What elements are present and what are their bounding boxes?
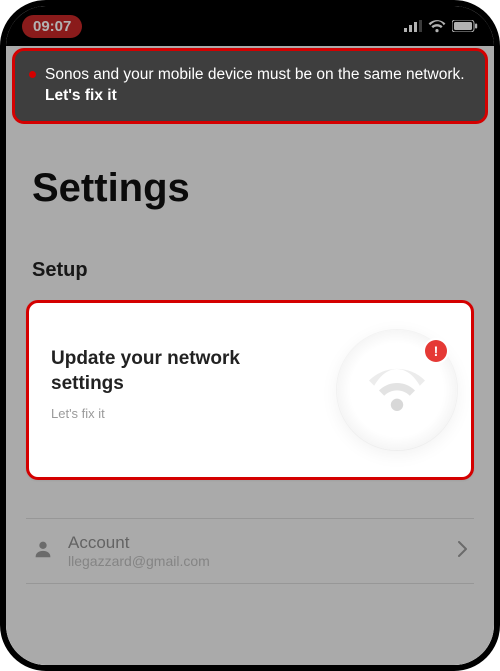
- page-title: Settings: [32, 166, 474, 211]
- banner-fix-link[interactable]: Let's fix it: [45, 87, 117, 104]
- account-label: Account: [68, 533, 444, 553]
- section-setup-label: Setup: [32, 259, 474, 282]
- battery-icon: [452, 20, 478, 32]
- account-email: llegazzard@gmail.com: [68, 553, 444, 569]
- alert-badge-icon: !: [425, 340, 447, 362]
- page-content: Settings Setup Update your network setti…: [6, 46, 494, 665]
- wifi-circle: !: [337, 330, 457, 450]
- banner-text: Sonos and your mobile device must be on …: [45, 66, 465, 83]
- network-warning-banner[interactable]: Sonos and your mobile device must be on …: [12, 48, 488, 124]
- chevron-right-icon: [458, 541, 468, 562]
- person-icon: [32, 538, 54, 565]
- account-row[interactable]: Account llegazzard@gmail.com: [26, 518, 474, 584]
- account-text: Account llegazzard@gmail.com: [68, 533, 444, 569]
- device-frame: 09:07 Sonos and your mobile device must …: [0, 0, 500, 671]
- status-icons: [404, 20, 478, 33]
- cellular-icon: [404, 20, 422, 32]
- card-title: Update your network settings: [51, 347, 281, 396]
- device-notch: [145, 6, 355, 40]
- wifi-icon: [428, 20, 446, 33]
- alert-dot-icon: [29, 71, 36, 78]
- status-time: 09:07: [22, 15, 82, 38]
- update-network-card[interactable]: Update your network settings Let's fix i…: [26, 300, 474, 480]
- wifi-large-icon: [366, 364, 428, 417]
